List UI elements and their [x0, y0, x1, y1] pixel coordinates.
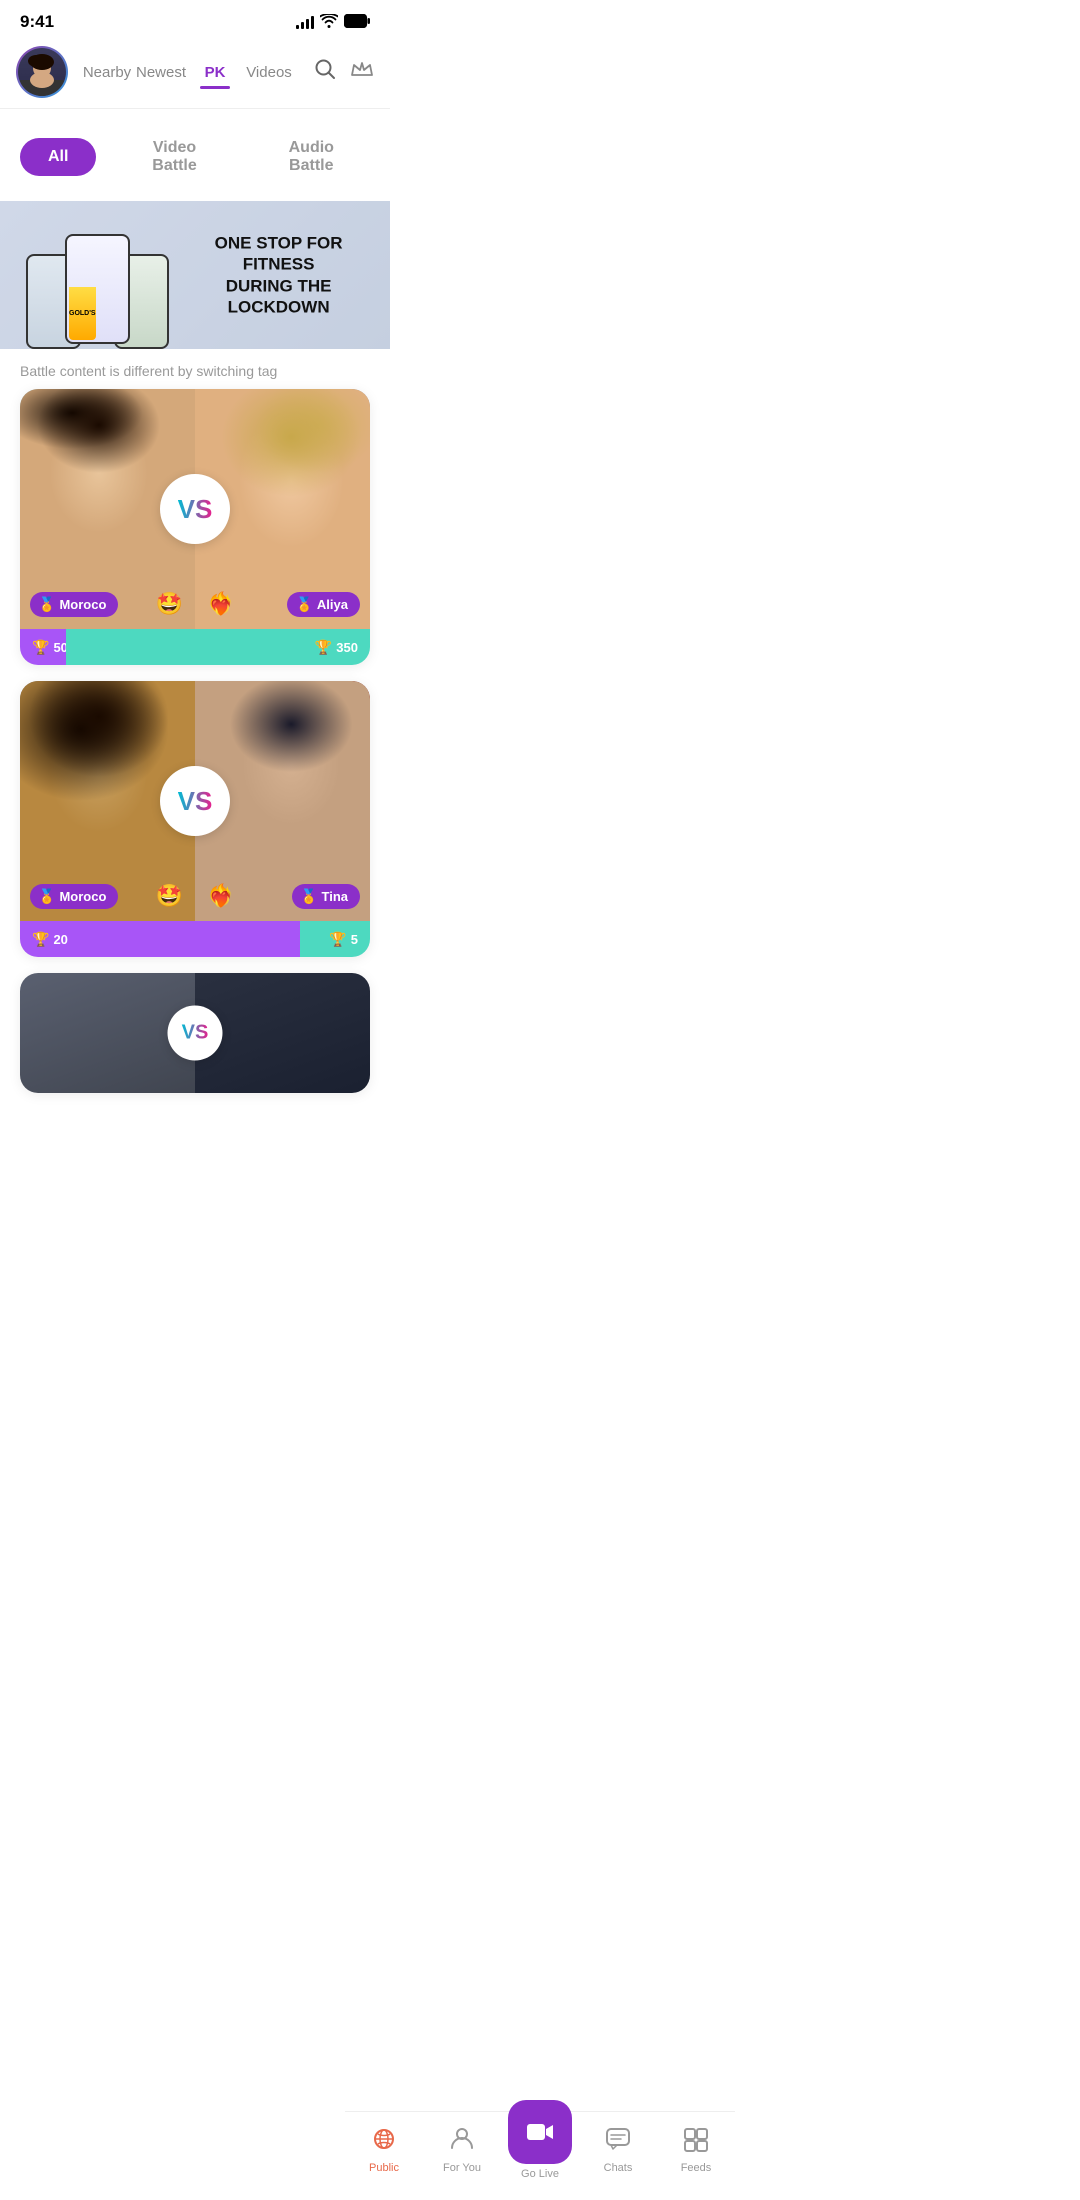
public-icon: [371, 2126, 397, 2158]
battle-images-2: 🏅 Moroco 🤩 VS ❤️‍🔥 🏅 Tina: [20, 681, 370, 921]
for-you-icon: [450, 2126, 474, 2158]
phone-center: GOLD'S: [65, 234, 130, 344]
filter-bar: All Video Battle Audio Battle: [0, 109, 390, 201]
banner-headline: ONE STOP FOR FITNESS DURING THE LOCKDOWN: [177, 233, 380, 318]
battle-images-3: VS: [20, 973, 370, 1093]
right-user-badge-2: 🏅 Tina: [292, 884, 360, 909]
progress-right-1: 🏆 350: [66, 629, 371, 665]
go-live-button[interactable]: [508, 2100, 572, 2164]
progress-bar-2: 🏆 20 🏆 5: [20, 921, 370, 957]
status-bar: 9:41: [0, 0, 390, 40]
tab-for-you[interactable]: For You: [423, 2126, 501, 2174]
user-avatar[interactable]: [16, 46, 68, 98]
bottom-nav: Public For You Go Live: [345, 2111, 735, 2200]
tab-for-you-label: For You: [443, 2162, 481, 2174]
progress-bar-1: 🏆 50 🏆 350: [20, 629, 370, 665]
chats-icon: [605, 2126, 631, 2158]
left-user-badge-1: 🏅 Moroco: [30, 592, 118, 617]
battle-card-2[interactable]: 🏅 Moroco 🤩 VS ❤️‍🔥 🏅 Tina �: [20, 681, 370, 957]
tab-chats[interactable]: Chats: [579, 2126, 657, 2174]
status-time: 9:41: [20, 12, 54, 32]
battle-emoji-left-2: 🤩: [156, 883, 183, 909]
filter-audio-battle[interactable]: Audio Battle: [253, 129, 370, 185]
battle-subtitle: Battle content is different by switching…: [0, 349, 390, 389]
progress-left-2: 🏆 20: [20, 921, 300, 957]
filter-video-battle[interactable]: Video Battle: [116, 129, 232, 185]
search-icon[interactable]: [314, 58, 336, 86]
tab-go-live-label: Go Live: [521, 2168, 559, 2180]
nav-nearby[interactable]: Nearby: [80, 60, 134, 85]
header: Nearby Newest PK Videos: [0, 40, 390, 108]
left-user-badge-2: 🏅 Moroco: [30, 884, 118, 909]
battle-card-3[interactable]: VS: [20, 973, 370, 1093]
vs-badge-3: VS: [168, 1006, 223, 1061]
battle-emoji-right-1: ❤️‍🔥: [207, 591, 234, 617]
vs-badge-1: VS: [160, 474, 230, 544]
vs-badge-2: VS: [160, 766, 230, 836]
tab-chats-label: Chats: [604, 2162, 633, 2174]
feeds-icon: [683, 2126, 709, 2158]
wifi-icon: [320, 14, 338, 31]
tab-feeds[interactable]: Feeds: [657, 2126, 735, 2174]
tab-public-label: Public: [369, 2162, 399, 2174]
status-icons: [296, 14, 370, 31]
progress-left-1: 🏆 50: [20, 629, 66, 665]
crown-icon[interactable]: [350, 59, 374, 85]
promo-banner[interactable]: GOLD'S ONE STOP FOR FITNESS DURING THE L…: [0, 201, 390, 349]
battle-images-1: 🏅 Moroco 🤩 VS ❤️‍🔥 🏅 Aliya: [20, 389, 370, 629]
banner-text: ONE STOP FOR FITNESS DURING THE LOCKDOWN: [177, 233, 380, 318]
battery-icon: [344, 14, 370, 31]
nav-newest[interactable]: Newest: [134, 60, 188, 85]
filter-all[interactable]: All: [20, 138, 96, 176]
tab-feeds-label: Feeds: [681, 2162, 712, 2174]
battle-card-1[interactable]: 🏅 Moroco 🤩 VS ❤️‍🔥 🏅 Aliya: [20, 389, 370, 665]
nav-videos[interactable]: Videos: [242, 60, 296, 85]
battle-emoji-left-1: 🤩: [156, 591, 183, 617]
tab-public[interactable]: Public: [345, 2126, 423, 2174]
progress-right-2: 🏆 5: [300, 921, 370, 957]
battle-emoji-right-2: ❤️‍🔥: [207, 883, 234, 909]
nav-pk[interactable]: PK: [188, 60, 242, 85]
scroll-content: All Video Battle Audio Battle GOLD'S ONE: [0, 109, 390, 1209]
signal-icon: [296, 15, 314, 29]
tab-go-live[interactable]: Go Live: [501, 2120, 579, 2180]
right-user-badge-1: 🏅 Aliya: [287, 592, 360, 617]
nav-items: Nearby Newest PK Videos: [80, 60, 296, 85]
nav-action-icons: [314, 58, 374, 86]
banner-phones: GOLD'S: [0, 201, 195, 349]
